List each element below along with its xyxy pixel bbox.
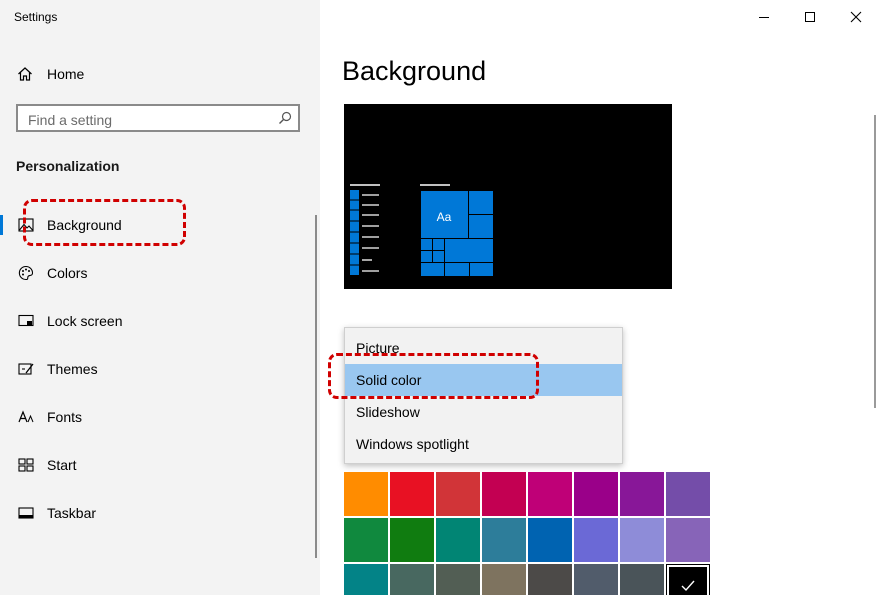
content-scrollbar[interactable] [874,115,876,408]
dropdown-option-slideshow[interactable]: Slideshow [345,396,622,428]
minimize-icon [759,17,769,18]
color-swatch[interactable] [390,472,434,516]
sidebar-item-start[interactable]: Start [0,445,310,485]
color-swatch[interactable] [482,518,526,562]
dropdown-option-windows-spotlight[interactable]: Windows spotlight [345,428,622,460]
color-swatch[interactable] [344,472,388,516]
maximize-icon [805,12,815,22]
color-swatch-grid [344,472,712,595]
search-icon [278,111,292,125]
color-swatch[interactable] [436,518,480,562]
color-swatch[interactable] [528,564,572,595]
page-title: Background [342,56,487,86]
color-swatch[interactable] [482,472,526,516]
color-swatch[interactable] [574,472,618,516]
color-swatch[interactable] [620,518,664,562]
color-swatch[interactable] [390,518,434,562]
close-icon [850,11,862,23]
search-input[interactable]: Find a setting [16,104,300,132]
sidebar-item-taskbar[interactable]: Taskbar [0,493,310,533]
navigation-pane: Settings Home Find a setting Personaliza… [0,0,320,595]
palette-icon [17,264,35,282]
color-swatch[interactable] [436,472,480,516]
color-swatch[interactable] [574,518,618,562]
desktop-preview: Aa [344,104,672,289]
color-swatch[interactable] [620,472,664,516]
color-swatch[interactable] [528,472,572,516]
app-title: Settings [14,10,58,24]
home-button[interactable]: Home [16,62,84,86]
sidebar-item-lock-screen[interactable]: Lock screen [0,301,310,341]
sidebar-item-themes[interactable]: Themes [0,349,310,389]
sidebar-item-label: Themes [47,361,98,377]
themes-icon [17,360,35,378]
color-swatch[interactable] [390,564,434,595]
maximize-button[interactable] [801,8,819,26]
color-swatch[interactable] [666,564,710,595]
tile-sample-text: Aa [437,210,452,224]
taskbar-icon [17,504,35,522]
color-swatch[interactable] [574,564,618,595]
start-icon [17,456,35,474]
annotation-highlight-solid-color [328,353,539,399]
sidebar-item-colors[interactable]: Colors [0,253,310,293]
color-swatch[interactable] [436,564,480,595]
close-button[interactable] [847,8,865,26]
lock-screen-icon [17,312,35,330]
color-swatch[interactable] [666,518,710,562]
sidebar-item-label: Colors [47,265,88,281]
annotation-highlight-background [23,199,186,246]
color-swatch[interactable] [344,564,388,595]
color-swatch[interactable] [482,564,526,595]
color-swatch[interactable] [528,518,572,562]
sidebar-item-label: Lock screen [47,313,123,329]
color-swatch[interactable] [666,472,710,516]
color-swatch[interactable] [344,518,388,562]
sidebar-scrollbar[interactable] [315,215,317,558]
sidebar-item-label: Taskbar [47,505,97,521]
checkmark-icon [681,580,695,592]
fonts-icon [17,408,35,426]
home-label: Home [47,66,85,82]
sidebar-item-label: Start [47,457,77,473]
section-title: Personalization [16,158,120,174]
home-icon [16,65,34,83]
search-placeholder: Find a setting [28,112,113,128]
sidebar-item-label: Fonts [47,409,83,425]
start-menu-preview-image: Aa [350,184,494,277]
minimize-button[interactable] [755,8,773,26]
sidebar-item-fonts[interactable]: Fonts [0,397,310,437]
color-swatch[interactable] [620,564,664,595]
